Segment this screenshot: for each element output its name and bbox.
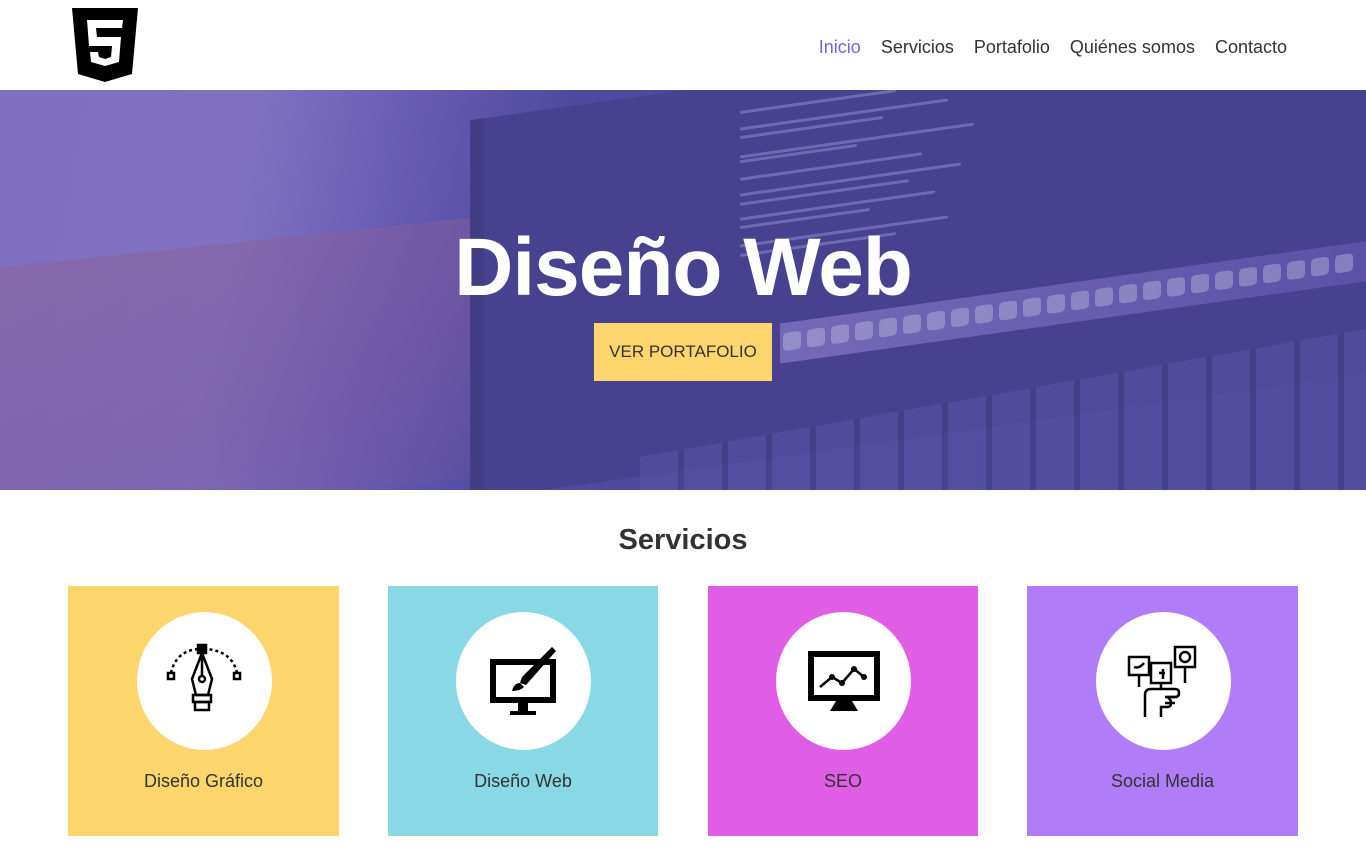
nav-item-portafolio[interactable]: Portafolio (974, 35, 1050, 59)
service-icon-circle (136, 612, 272, 750)
nav-item-quienes-somos[interactable]: Quiénes somos (1070, 35, 1195, 59)
service-label: SEO (823, 771, 862, 791)
service-label: Social Media (1110, 771, 1215, 791)
social-hand-icon (1127, 645, 1197, 717)
service-label: Diseño Web (474, 771, 572, 791)
service-card-diseno-grafico[interactable]: Diseño Gráfico (68, 586, 339, 836)
nav-item-contacto[interactable]: Contacto (1215, 35, 1287, 59)
service-label: Diseño Gráfico (143, 771, 264, 791)
ver-portafolio-button[interactable]: VER PORTAFOLIO (594, 323, 772, 381)
hero-banner: Diseño Web VER PORTAFOLIO (0, 90, 1366, 490)
main-nav: Inicio Servicios Portafolio Quiénes somo… (819, 35, 1287, 59)
monitor-chart-icon (807, 651, 880, 711)
service-icon-circle (456, 612, 591, 750)
html5-logo[interactable] (72, 8, 138, 82)
nav-item-inicio[interactable]: Inicio (819, 35, 861, 59)
service-card-seo[interactable]: SEO (708, 586, 978, 836)
service-card-diseno-web[interactable]: Diseño Web (388, 586, 658, 836)
services-title: Servicios (618, 524, 748, 556)
service-icon-circle (776, 612, 911, 750)
nav-item-servicios[interactable]: Servicios (881, 35, 954, 59)
pen-tool-icon (166, 643, 242, 712)
service-icon-circle (1095, 612, 1231, 750)
service-card-social-media[interactable]: Social Media (1027, 586, 1298, 836)
site-header: Inicio Servicios Portafolio Quiénes somo… (0, 0, 1366, 90)
hero-title: Diseño Web (454, 222, 913, 313)
monitor-brush-icon (489, 647, 556, 715)
